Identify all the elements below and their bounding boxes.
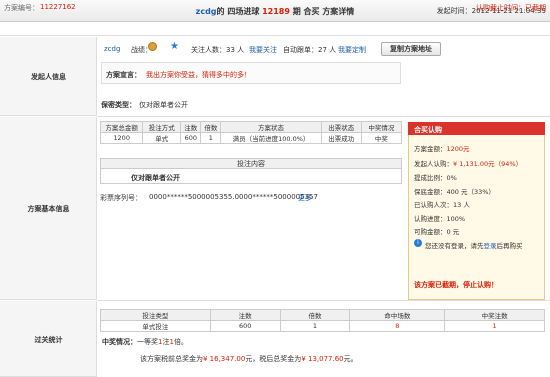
expired-notice: 该方案已截期，停止认购！ (414, 281, 498, 289)
stats-cell: 8 (349, 320, 446, 332)
stats-table: 投注类型 注数 倍数 命中场数 中奖注数 单式投注 600 1 8 1 (100, 309, 545, 332)
plan-id-bar (0, 22, 550, 36)
bonus-unit: 元。 (343, 355, 358, 363)
login-hint: 您还没有登录，请先登录后再购买 (425, 240, 523, 250)
plan-cell: 出票成功 (320, 132, 362, 144)
bet-content-header: 投注内容 (100, 158, 402, 169)
initiator-section-label: 发起人信息 (31, 73, 66, 81)
bonus-info: 该方案税前总奖金为¥ 16,347.00元，税后总奖金为¥ 13,077.60元… (140, 354, 358, 364)
plan-col-header: 出票状态 (320, 121, 362, 133)
progress-value: 100% (446, 215, 466, 223)
plan-id-label: 方案编号： (4, 4, 39, 12)
plan-col-header: 中奖情况 (360, 121, 403, 133)
win-info: 中奖情况：一等奖1注1倍。 (102, 337, 188, 347)
follow-link[interactable]: 我要关注 (249, 45, 277, 55)
initiator-subscription: 发起人认购：¥ 1,131.00元（94%） (414, 158, 522, 168)
divider (97, 116, 550, 117)
stats-cell: 600 (209, 320, 281, 332)
plan-col-header: 注数 (180, 121, 202, 133)
info-icon: i (414, 239, 422, 247)
plan-cell: 1200 (99, 132, 144, 144)
plan-cell: 单式 (142, 132, 182, 144)
login-link[interactable]: 登录 (484, 242, 497, 250)
plan-cell: 1 (200, 132, 222, 144)
privacy-value: 仅对跟单者公开 (139, 101, 188, 109)
initiator-name-link[interactable]: zcdg (104, 45, 120, 53)
star-icon: ★ (170, 41, 179, 52)
stats-cell: 1 (279, 320, 351, 332)
bet-content-text: 仅对跟单者公开 (131, 174, 180, 182)
plan-cell: 600 (180, 132, 202, 144)
login-hint-prefix: 您还没有登录，请先 (425, 242, 484, 250)
declaration-text: 我出方案你受益，猜得多中的多！ (146, 71, 251, 79)
progress-label: 认购进度： (414, 215, 447, 223)
table-row: 单式投注 600 1 8 1 (100, 320, 545, 332)
plan-amount-value: 1200元 (446, 145, 470, 153)
lottery-serial-label: 彩票序列号： (100, 194, 142, 202)
plan-table-header-row: 方案总金额 投注方式 注数 倍数 方案状态 出票状态 中奖情况 (99, 121, 403, 133)
plan-id-value: 11227162 (40, 3, 76, 11)
bonus-pre-label: 该方案税前总奖金为 (140, 355, 203, 363)
guarantee-amount: 保底金额：400 元（33%） (414, 188, 495, 196)
lottery-serial-value: 0000******5000005355.0000******500000535… (149, 193, 318, 201)
privacy-label: 保密类型： (101, 101, 136, 109)
plan-table: 方案总金额 投注方式 注数 倍数 方案状态 出票状态 中奖情况 1200 单式 … (99, 121, 403, 144)
plan-cell: 中奖 (360, 132, 403, 144)
stats-header-row: 投注类型 注数 倍数 命中场数 中奖注数 (100, 309, 545, 321)
plan-col-header: 倍数 (200, 121, 222, 133)
bonus-post-value: ¥ 13,077.60 (301, 355, 344, 363)
title-tail-text: 期 合买 方案详情 (289, 7, 355, 16)
available-amount: 可购金额：0 元 (414, 228, 460, 236)
declaration-label: 方案宣言： (106, 71, 141, 79)
stats-col-header: 命中场数 (349, 309, 446, 321)
issue-number: 12189 (262, 7, 290, 16)
stats-cell: 单式投注 (100, 320, 211, 332)
buyer-count: 已认购人次：13 人 (414, 201, 470, 209)
divider (97, 300, 550, 301)
stats-col-header: 倍数 (279, 309, 351, 321)
auto-follow-count: 自动跟单：27 人 (283, 46, 337, 54)
stats-cell: 1 (444, 320, 545, 332)
title-initiator-link[interactable]: zcdg (196, 7, 217, 16)
launch-time-label: 发起时间： (436, 7, 472, 15)
basic-section-label: 方案基本信息 (27, 205, 70, 213)
stats-col-header: 中奖注数 (444, 309, 545, 321)
bonus-post-label: 元，税后总奖金为 (245, 355, 302, 363)
stats-col-header: 投注类型 (100, 309, 211, 321)
stats-col-header: 注数 (209, 309, 281, 321)
trophy-icon (148, 42, 157, 51)
plan-amount: 方案金额：1200元 (414, 143, 470, 153)
initiator-subscription-label: 发起人认购： (414, 160, 453, 168)
commission-ratio: 提成比例：0% (414, 174, 457, 182)
login-hint-suffix: 后再购买 (496, 242, 523, 250)
plan-amount-label: 方案金额： (414, 145, 447, 153)
bonus-pre-value: ¥ 16,347.00 (203, 355, 246, 363)
stats-section-label: 过关统计 (34, 336, 63, 344)
win-suffix: 倍。 (173, 338, 188, 346)
more-link[interactable]: 更多 (298, 193, 312, 203)
subscription-progress: 认购进度：100% (414, 213, 465, 223)
subscribe-panel-title: 合买认购 (414, 126, 442, 134)
win-prize-level: 一等奖 (137, 338, 158, 346)
plan-col-header: 投注方式 (142, 121, 182, 133)
auto-follow-link[interactable]: 我要定制 (338, 45, 366, 55)
deadline-status: 认购截止时间：已截期 (476, 4, 546, 12)
plan-cell: 满员（当前进度100.0%） (220, 132, 322, 144)
plan-col-header: 方案总金额 (99, 121, 144, 133)
table-row: 1200 单式 600 1 满员（当前进度100.0%） 出票成功 中奖 (99, 132, 403, 144)
follow-count: 关注人数：33 人 (191, 46, 245, 54)
copy-plan-address-button[interactable]: 复制方案地址 (381, 42, 441, 56)
win-info-label: 中奖情况： (102, 338, 137, 346)
initiator-subscription-value: ¥ 1,131.00元（94%） (453, 160, 523, 168)
title-mid-text: 的 四场进球 (216, 7, 263, 16)
plan-col-header: 方案状态 (220, 121, 322, 133)
